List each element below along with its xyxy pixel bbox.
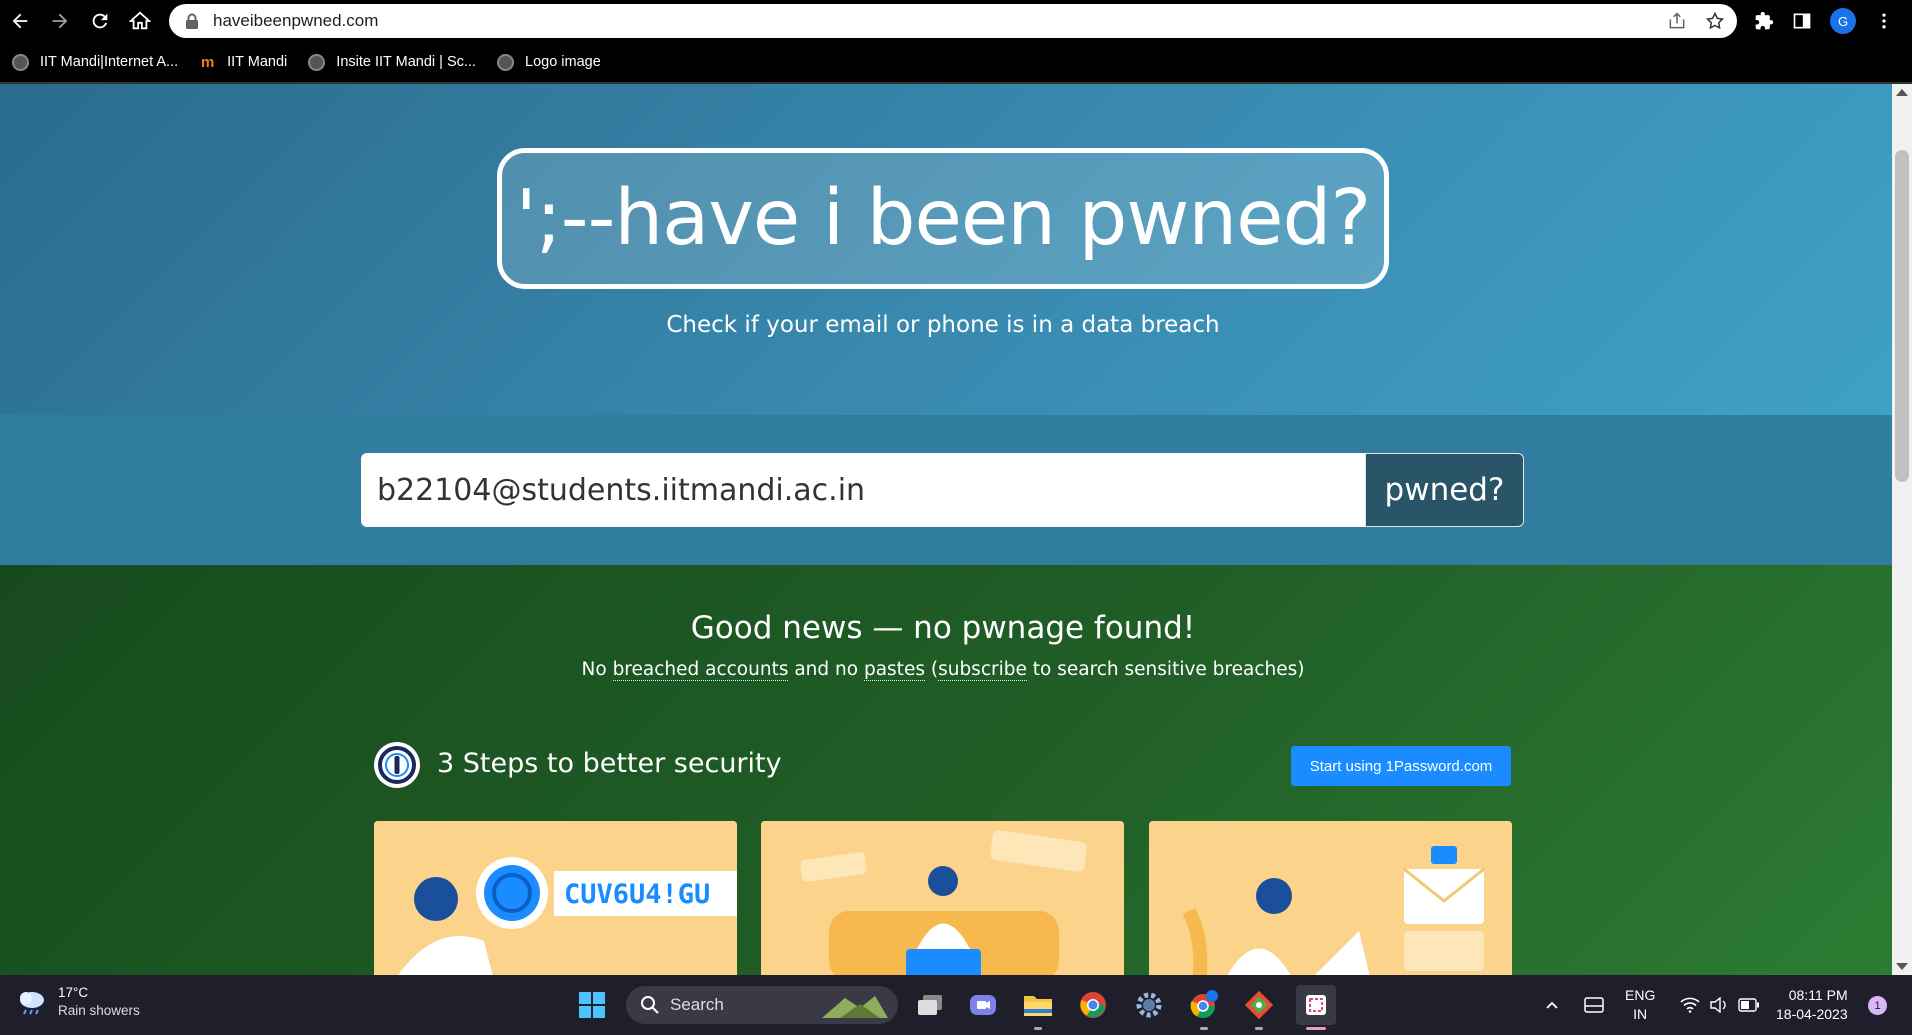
search-icon [641, 996, 659, 1014]
time-text: 08:11 PM [1788, 987, 1848, 1003]
result-subtext: No breached accounts and no pastes (subs… [0, 659, 1886, 681]
language-indicator[interactable]: ENG IN [1625, 975, 1655, 1035]
active-indicator [1306, 1027, 1326, 1030]
chrome-icon[interactable] [1077, 989, 1109, 1021]
arrow-left-icon [12, 13, 28, 29]
taskbar-search[interactable]: Search [626, 986, 898, 1024]
bookmark-logo-image[interactable]: Logo image [497, 53, 601, 71]
steps-title: 3 Steps to better security [437, 748, 782, 779]
bookmark-iit-mandi[interactable]: m IIT Mandi [199, 54, 287, 71]
system-tray-status[interactable] [1680, 975, 1760, 1035]
url-text: haveibeenpwned.com [213, 11, 379, 30]
globe-icon [308, 53, 326, 71]
task-view-icon[interactable] [914, 989, 946, 1021]
share-icon[interactable] [1667, 11, 1687, 31]
temperature-text: 17°C [58, 985, 89, 1000]
lang-text: ENG [1625, 987, 1656, 1003]
chevron-up-icon [1546, 1001, 1558, 1009]
home-button[interactable] [120, 0, 160, 42]
show-hidden-icons[interactable] [1544, 975, 1560, 1035]
arrow-right-icon [52, 13, 68, 29]
step-card-3 [1149, 821, 1512, 975]
volume-icon [1710, 997, 1726, 1013]
1password-logo-icon [374, 742, 420, 788]
forward-button[interactable] [40, 0, 80, 42]
step-card-1: CUV6U4!GU [374, 821, 737, 975]
generated-password-text: CUV6U4!GU [564, 879, 711, 910]
notification-badge[interactable]: 1 [1868, 996, 1887, 1015]
date-text: 18-04-2023 [1776, 1006, 1848, 1022]
chrome-profile-icon[interactable] [1188, 989, 1220, 1021]
bookmark-label: Insite IIT Mandi | Sc... [336, 54, 476, 70]
wifi-icon [1680, 997, 1700, 1013]
touch-keyboard-icon[interactable] [1584, 975, 1604, 1035]
search-label: Search [670, 995, 724, 1014]
home-icon [129, 11, 151, 30]
teams-chat-icon[interactable] [967, 989, 999, 1021]
windows-taskbar: 17°C Rain showers Search ENG IN 08:11 PM… [0, 975, 1912, 1035]
scroll-thumb[interactable] [1895, 150, 1909, 482]
page-scrollbar[interactable] [1892, 84, 1912, 975]
subscribe-link[interactable]: subscribe [938, 659, 1027, 681]
region-text: IN [1633, 1006, 1648, 1022]
taskbar-clock[interactable]: 08:11 PM 18-04-2023 [1776, 986, 1848, 1024]
pastes-link[interactable]: pastes [863, 659, 925, 681]
laptop-person-illustration [761, 821, 1124, 975]
snipping-tool-icon[interactable] [1296, 985, 1336, 1025]
subtext-part: No [581, 659, 613, 680]
running-indicator [1200, 1027, 1208, 1030]
windows-start-icon[interactable] [576, 989, 608, 1021]
bookmark-insite[interactable]: Insite IIT Mandi | Sc... [308, 53, 476, 71]
scroll-down-icon[interactable] [1896, 963, 1908, 970]
rain-cloud-icon [20, 991, 44, 1014]
start-1password-button[interactable]: Start using 1Password.com [1291, 746, 1511, 786]
breached-accounts-link[interactable]: breached accounts [612, 659, 789, 681]
git-app-icon[interactable] [1243, 989, 1275, 1021]
hero-section: ';--have i been pwned? Check if your ema… [0, 84, 1892, 415]
logo-text: ';--have i been pwned? [515, 174, 1372, 263]
settings-gear-icon[interactable] [1133, 989, 1165, 1021]
search-section: pwned? [0, 415, 1892, 565]
profile-avatar[interactable]: G [1830, 8, 1856, 34]
weather-text: Rain showers [58, 1003, 140, 1018]
weather-widget[interactable]: 17°C Rain showers [16, 985, 140, 1018]
globe-icon [12, 53, 29, 71]
reload-icon [92, 13, 108, 29]
star-icon[interactable] [1705, 11, 1725, 31]
result-headline: Good news — no pwnage found! [690, 610, 1196, 646]
running-indicator [1034, 1027, 1042, 1030]
bookmark-iit-internet[interactable]: IIT Mandi|Internet A... [12, 53, 179, 71]
globe-icon [497, 53, 514, 71]
bookmark-label: IIT Mandi|Internet A... [40, 54, 179, 70]
page-viewport: ';--have i been pwned? Check if your ema… [0, 84, 1892, 975]
subtext-part: and no [788, 659, 864, 680]
more-menu-icon[interactable] [1874, 11, 1894, 31]
battery-icon [1738, 998, 1759, 1012]
email-search-input[interactable] [361, 453, 1365, 527]
extensions-icon[interactable] [1754, 11, 1774, 31]
side-panel-icon[interactable] [1792, 11, 1812, 31]
result-section: Good news — no pwnage found! No breached… [0, 565, 1892, 975]
bookmark-label: IIT Mandi [227, 54, 288, 70]
address-bar[interactable]: haveibeenpwned.com [169, 4, 1737, 38]
pwned-button[interactable]: pwned? [1365, 453, 1524, 527]
back-button[interactable] [0, 0, 40, 42]
search-highlight-icon [822, 996, 888, 1018]
browser-toolbar: haveibeenpwned.com G [0, 0, 1912, 42]
running-indicator [1255, 1027, 1263, 1030]
step-card-2 [761, 821, 1124, 975]
reload-button[interactable] [80, 0, 120, 42]
lock-icon [186, 13, 198, 29]
iit-mandi-logo-icon: m [200, 53, 215, 71]
bookmarks-bar: IIT Mandi|Internet A... m IIT Mandi Insi… [0, 42, 1912, 82]
site-logo[interactable]: ';--have i been pwned? [497, 148, 1389, 289]
subtext-part: ( [924, 659, 939, 680]
subtext-part: to search sensitive breaches) [1026, 659, 1305, 680]
tagline: Check if your email or phone is in a dat… [666, 312, 1220, 338]
scroll-up-icon[interactable] [1896, 89, 1908, 96]
file-explorer-icon[interactable] [1022, 989, 1054, 1021]
bookmark-label: Logo image [525, 54, 601, 70]
alert-mail-illustration [1149, 821, 1512, 975]
